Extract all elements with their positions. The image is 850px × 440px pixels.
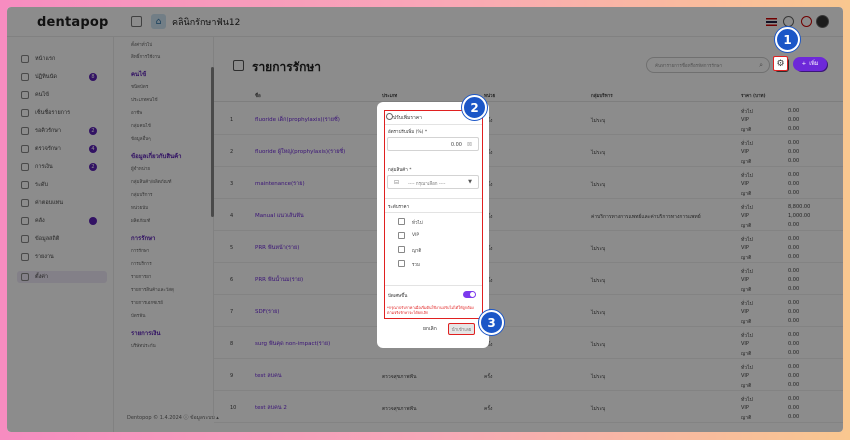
add-button-highlighted[interactable]: + เพิ่ม [793,57,827,71]
app-window: dentapop ⌂ คลินิกรักษาฟัน12 หน้าแรก ปฏิท… [7,7,843,432]
cancel-button[interactable]: ยกเลิก [423,325,437,333]
callout-1: 1 [775,27,800,52]
callout-2: 2 [462,95,487,120]
plus-icon: + [801,61,807,67]
confirm-button[interactable]: นำเข้าเลย [448,323,475,335]
callout-3: 3 [479,310,504,335]
settings-button-highlighted[interactable]: ⚙ [773,56,788,71]
form-highlight [384,110,483,319]
gear-icon: ⚙ [776,58,785,69]
